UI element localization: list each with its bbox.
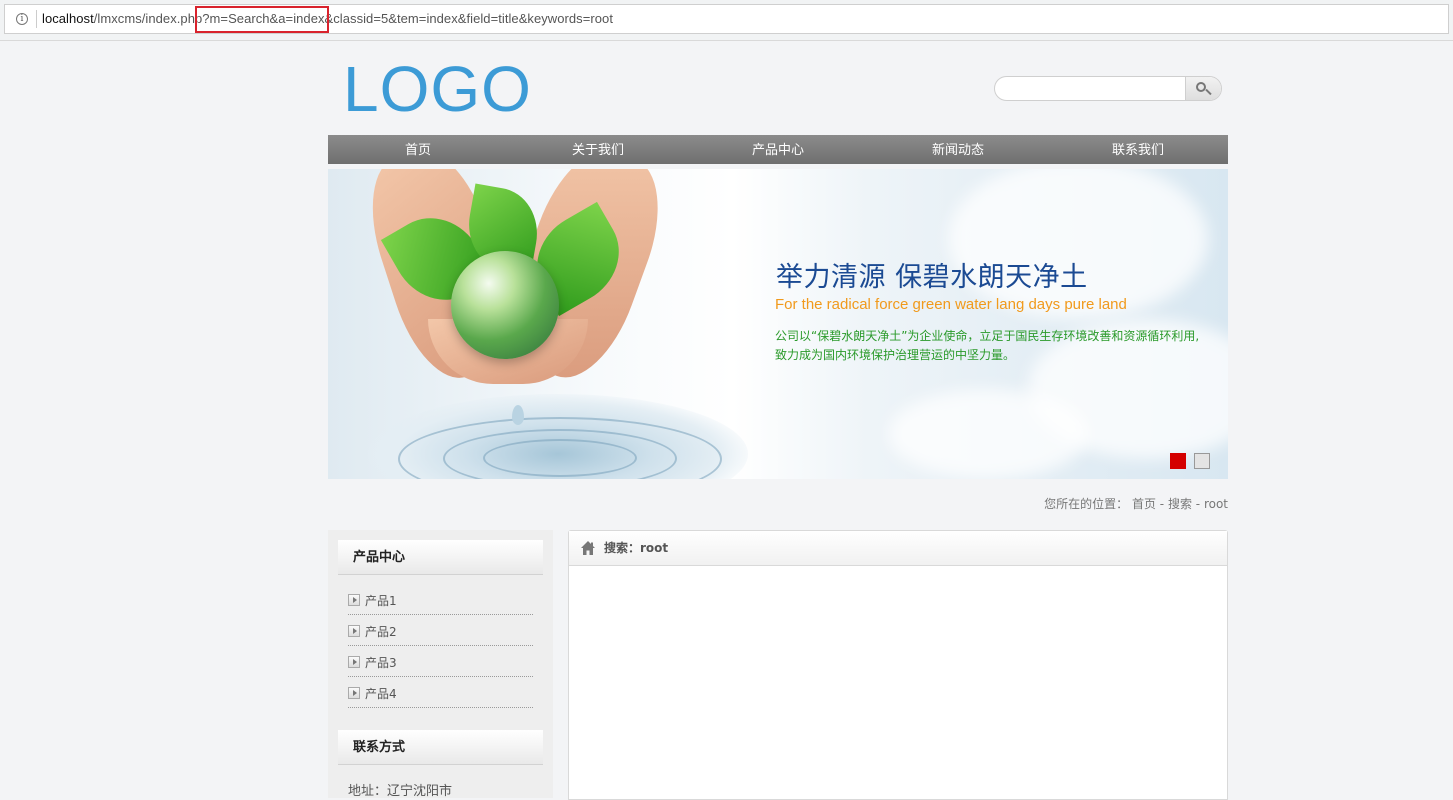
nav-item-products[interactable]: 产品中心 <box>688 135 868 164</box>
search-box <box>994 76 1222 101</box>
product-link[interactable]: 产品3 <box>365 656 397 670</box>
hero-banner[interactable]: 举力清源 保碧水朗天净土 For the radical force green… <box>328 169 1228 479</box>
product-link[interactable]: 产品4 <box>365 687 397 701</box>
breadcrumb-keyword: root <box>1203 497 1228 511</box>
nav-item-news[interactable]: 新闻动态 <box>868 135 1048 164</box>
main-content: 搜索：root <box>568 530 1228 800</box>
list-item[interactable]: 产品3 <box>348 647 533 677</box>
url-highlight-box <box>195 6 329 33</box>
url-host: localhost <box>42 11 94 26</box>
arrow-right-icon <box>348 687 360 699</box>
list-item[interactable]: 产品2 <box>348 616 533 646</box>
breadcrumb-home-link[interactable]: 首页 <box>1132 497 1156 511</box>
url-path: /lmxcms/index.php?m=Search&a=index&class… <box>93 11 613 26</box>
nav-item-contact[interactable]: 联系我们 <box>1048 135 1228 164</box>
banner-text-line: 致力成为国内环境保护治理营运的中坚力量。 <box>775 348 1016 362</box>
nav-item-home[interactable]: 首页 <box>328 135 508 164</box>
list-item[interactable]: 产品4 <box>348 678 533 708</box>
arrow-right-icon <box>348 656 360 668</box>
banner-text-line: 公司以“保碧水朗天净土”为企业使命，立足于国民生存环境改善和资源循环利用, <box>775 329 1200 343</box>
products-heading: 产品中心 <box>338 540 543 575</box>
product-link[interactable]: 产品2 <box>365 625 397 639</box>
list-item[interactable]: 产品1 <box>348 585 533 615</box>
page-title: 搜索：root <box>604 541 669 555</box>
browser-toolbar: i localhost/lmxcms/index.php?m=Search&a=… <box>0 0 1453 41</box>
banner-subtitle: For the radical force green water lang d… <box>775 296 1127 313</box>
breadcrumb-separator: - <box>1195 497 1204 511</box>
search-input[interactable] <box>1003 79 1183 97</box>
nav-item-about[interactable]: 关于我们 <box>508 135 688 164</box>
info-icon[interactable]: i <box>16 13 28 25</box>
home-icon <box>581 541 595 555</box>
contact-address: 地址：辽宁沈阳市 <box>348 784 453 799</box>
breadcrumb-prefix: 您所在的位置： <box>1044 497 1129 511</box>
product-link[interactable]: 产品1 <box>365 594 397 608</box>
main-nav: 首页 关于我们 产品中心 新闻动态 联系我们 <box>328 135 1228 164</box>
arrow-right-icon <box>348 625 360 637</box>
breadcrumb-separator: - <box>1159 497 1168 511</box>
product-list: 产品1 产品2 产品3 产品4 <box>348 585 533 708</box>
site-logo[interactable]: LOGO <box>343 50 532 128</box>
banner-description: 公司以“保碧水朗天净土”为企业使命，立足于国民生存环境改善和资源循环利用, 致力… <box>775 327 1220 365</box>
sidebar: 产品中心 产品1 产品2 产品3 产品4 联系方式 地址：辽宁沈阳市 <box>328 530 553 799</box>
breadcrumb: 您所在的位置： 首页 - 搜索 - root <box>1044 495 1228 512</box>
banner-title: 举力清源 保碧水朗天净土 <box>776 262 1088 293</box>
arrow-right-icon <box>348 594 360 606</box>
content-header: 搜索：root <box>569 531 1227 566</box>
address-divider <box>36 10 37 28</box>
slide-indicator-2[interactable] <box>1194 453 1210 469</box>
contact-heading: 联系方式 <box>338 730 543 765</box>
search-button[interactable] <box>1185 77 1221 100</box>
slide-indicator-1[interactable] <box>1170 453 1186 469</box>
breadcrumb-search-link[interactable]: 搜索 <box>1168 497 1192 511</box>
